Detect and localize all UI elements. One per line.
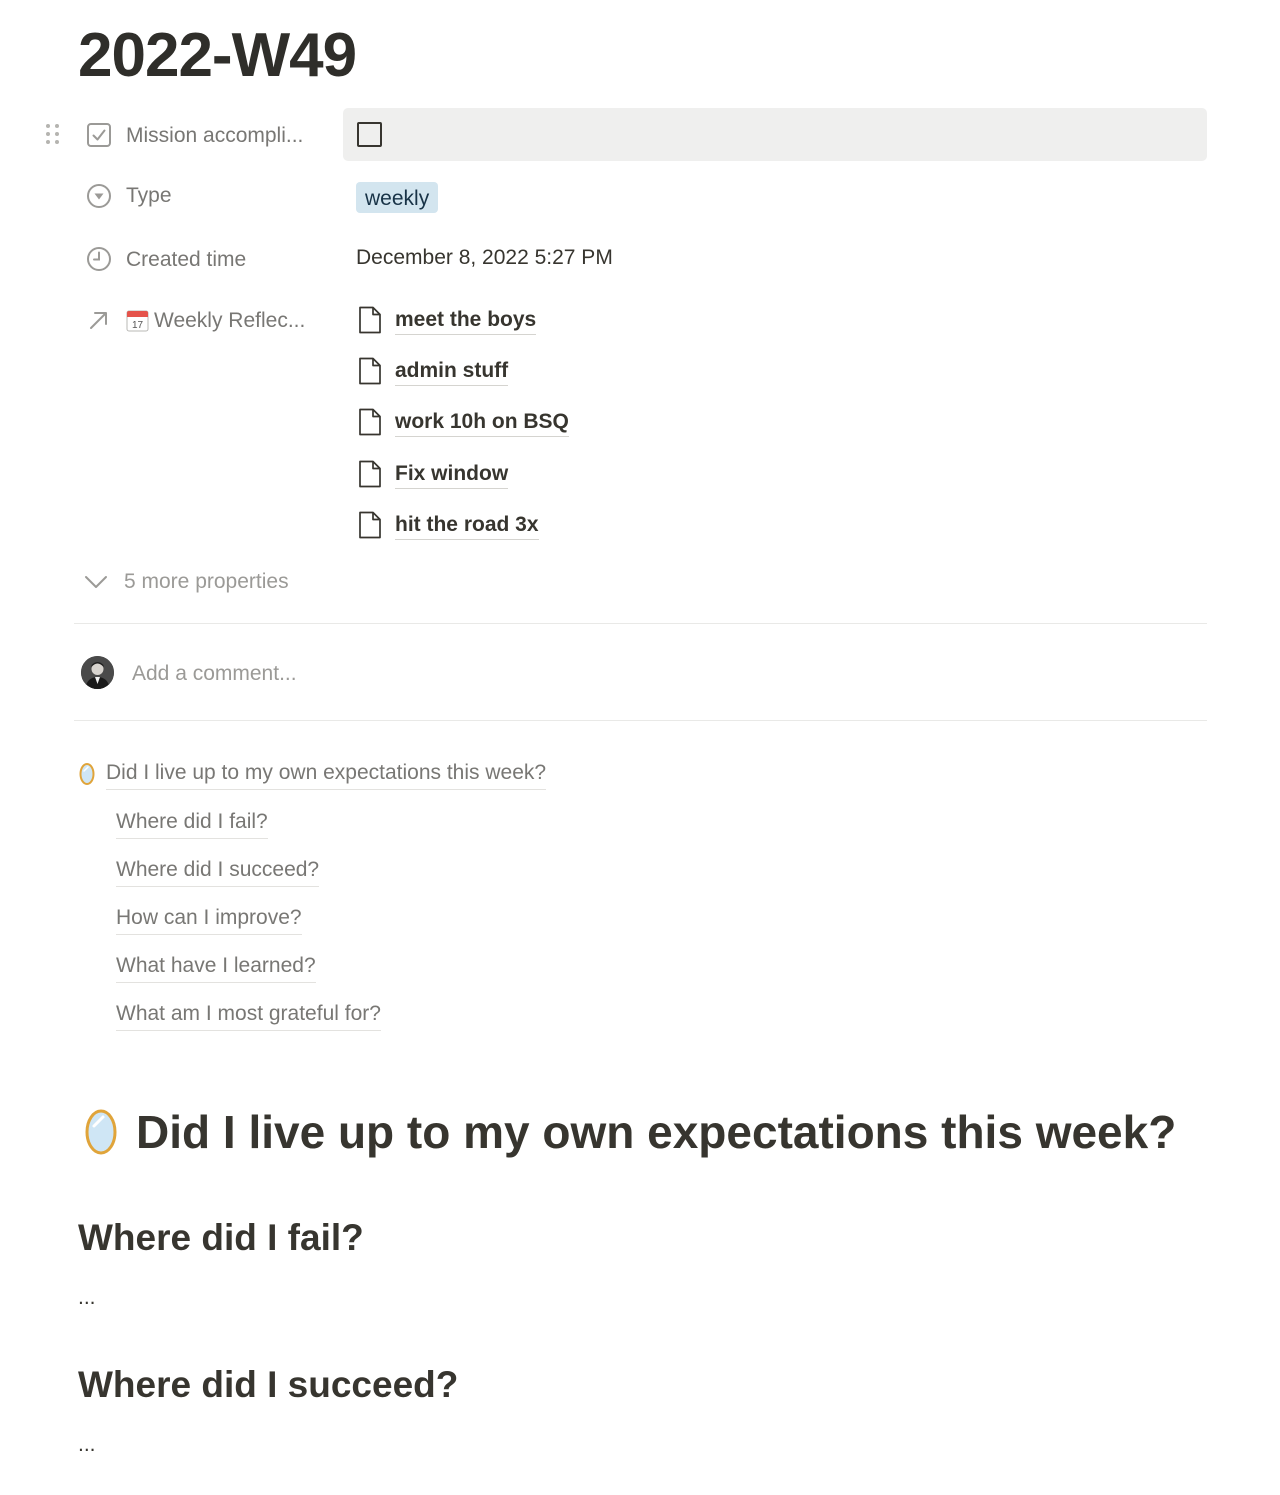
property-label-mission[interactable]: Mission accompli... [126, 121, 303, 151]
calendar-icon: 17 [126, 309, 149, 337]
toc-item-label[interactable]: Did I live up to my own expectations thi… [106, 758, 547, 790]
relation-item-label[interactable]: meet the boys [395, 306, 537, 335]
relation-item[interactable]: work 10h on BSQ [358, 405, 569, 439]
mission-checkbox[interactable] [357, 122, 382, 147]
relation-item-label[interactable]: Fix window [395, 460, 509, 489]
relation-item[interactable]: meet the boys [358, 303, 537, 337]
checkbox-property-icon [86, 122, 112, 148]
property-label-created-time[interactable]: Created time [126, 245, 246, 275]
relation-item-label[interactable]: hit the road 3x [395, 511, 539, 540]
heading-2[interactable]: Where did I fail? [78, 1213, 364, 1263]
relation-item-label[interactable]: work 10h on BSQ [395, 408, 569, 437]
page-icon [359, 460, 381, 488]
heading-1-text: Did I live up to my own expectations thi… [136, 1106, 1177, 1158]
svg-text:17: 17 [132, 320, 144, 331]
toc-item[interactable]: How can I improve? [116, 903, 302, 935]
select-property-icon [86, 183, 112, 209]
page-icon [359, 357, 381, 385]
more-properties-toggle[interactable]: 5 more properties [84, 567, 289, 597]
toc-item[interactable]: Where did I fail? [116, 807, 268, 839]
property-label-type[interactable]: Type [126, 181, 172, 211]
more-properties-label[interactable]: 5 more properties [124, 567, 289, 597]
comment-input[interactable] [132, 658, 1192, 690]
created-time-value: December 8, 2022 5:27 PM [356, 246, 613, 269]
toc-item[interactable]: Where did I succeed? [116, 855, 320, 887]
type-tag[interactable]: weekly [356, 182, 439, 213]
toc-item-main[interactable]: Did I live up to my own expectations thi… [78, 758, 547, 790]
divider [74, 720, 1207, 721]
page-title[interactable]: 2022-W49 [78, 16, 357, 96]
mission-value-cell[interactable] [343, 108, 1207, 161]
property-label-weekly-reflection[interactable]: Weekly Reflec... [154, 306, 305, 336]
heading-2[interactable]: Where did I succeed? [78, 1360, 458, 1410]
mirror-icon [85, 1109, 117, 1155]
divider [74, 623, 1207, 624]
clock-icon [86, 246, 112, 272]
page-icon [359, 408, 381, 436]
mirror-icon [79, 763, 95, 785]
paragraph[interactable]: ... [78, 1283, 96, 1313]
avatar [81, 656, 114, 689]
page-icon [359, 306, 381, 334]
relation-arrow-icon [86, 307, 112, 333]
relation-item[interactable]: Fix window [358, 457, 509, 491]
paragraph[interactable]: ... [78, 1430, 96, 1460]
chevron-down-icon [85, 576, 107, 588]
relation-item[interactable]: hit the road 3x [358, 508, 539, 542]
heading-1[interactable]: Did I live up to my own expectations thi… [82, 1100, 1176, 1164]
relation-item[interactable]: admin stuff [358, 354, 509, 388]
toc-item[interactable]: What have I learned? [116, 951, 316, 983]
page-icon [359, 511, 381, 539]
relation-item-label[interactable]: admin stuff [395, 357, 509, 386]
toc-item[interactable]: What am I most grateful for? [116, 999, 381, 1031]
drag-handle-icon[interactable] [46, 124, 62, 148]
